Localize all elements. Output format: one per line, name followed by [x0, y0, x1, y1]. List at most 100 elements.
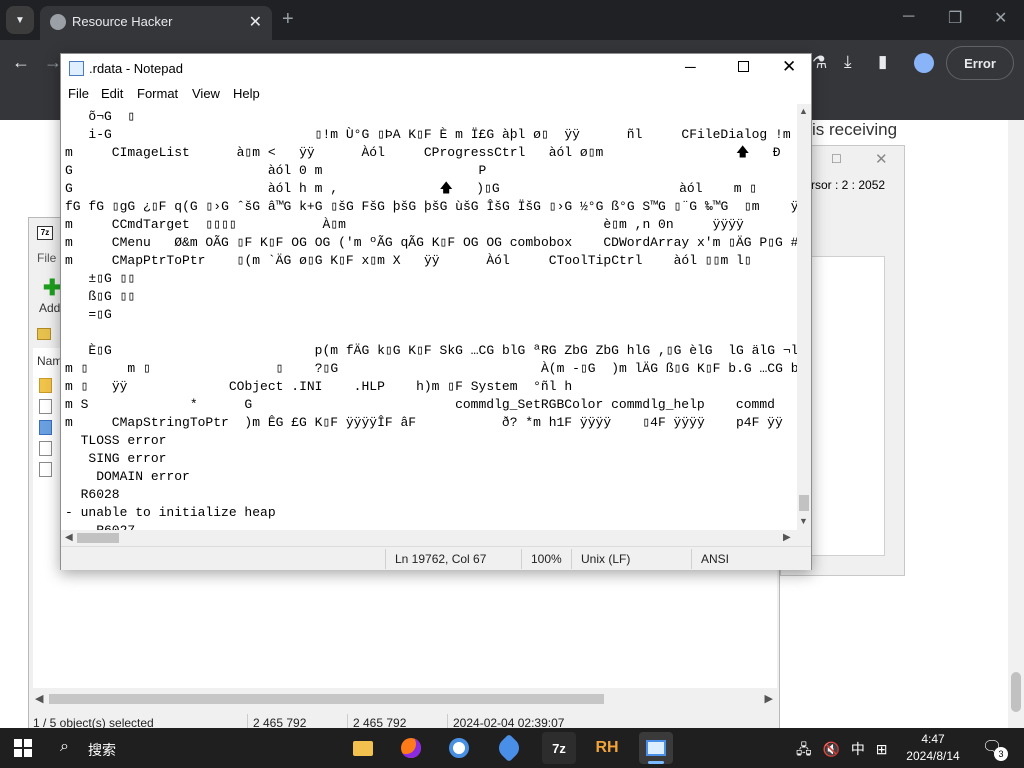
folder-icon[interactable] [39, 378, 52, 393]
menu-format[interactable]: Format [137, 86, 178, 101]
editor-line[interactable]: R6028 [65, 486, 797, 504]
network-icon[interactable]: 🖧 [796, 741, 812, 757]
editor-line[interactable]: m CMapPtrToPtr ▯(m `ÄG ø▯G K▯F x▯m X ÿÿ … [65, 252, 797, 270]
editor-text[interactable]: õ¬G ▯ i-G ▯!m Ù°G ▯ÞA K▯F È m Ï£G àþl ø▯… [65, 108, 797, 530]
folder-up-icon[interactable] [37, 328, 51, 340]
browser-scrollbar[interactable] [1008, 120, 1024, 732]
notification-count: 3 [994, 747, 1008, 761]
editor-line[interactable]: m CMenu Ø&m OÃG ▯F K▯F OG OG ('m ºÃG qÃG… [65, 234, 797, 252]
editor-line[interactable]: G àól h m , 🡅 )▯G àól m ▯ [65, 180, 797, 198]
error-button[interactable]: Error [946, 46, 1014, 80]
maximize-icon[interactable]: ☐ [831, 152, 842, 166]
window-title: .rdata - Notepad [89, 61, 183, 76]
ime-indicator[interactable]: 中 [851, 741, 865, 757]
sevenzip-app[interactable]: 7z [542, 732, 576, 764]
notepad-app[interactable] [639, 732, 673, 764]
editor-line[interactable]: TLOSS error [65, 432, 797, 450]
firefox-app[interactable] [394, 732, 428, 764]
scroll-left-icon[interactable]: ◀ [65, 532, 73, 543]
editor-line[interactable]: m CCmdTarget ▯▯▯▯ À▯m è▯m ,n 0n ÿÿÿÿ [65, 216, 797, 234]
editor-line[interactable]: m ▯ ÿÿ CObject .INI .HLP h)m ▯F System °… [65, 378, 797, 396]
editor-line[interactable]: m S * G commdlg_SetRGBColor commdlg_help… [65, 396, 797, 414]
editor-line[interactable]: fG fG ▯gG ¿▯F q(G ▯›G ˆšG â™G k+G ▯šG Fš… [65, 198, 797, 216]
browser-restore-button[interactable]: ❐ [948, 8, 962, 28]
browser-tab[interactable]: Resource Hacker ✕ [40, 6, 272, 40]
close-icon[interactable]: ✕ [875, 150, 888, 168]
column-name[interactable]: Nam [37, 354, 62, 368]
menu-view[interactable]: View [192, 86, 220, 101]
tab-title: Resource Hacker [72, 14, 173, 29]
file-explorer-app[interactable] [346, 732, 380, 764]
editor-line[interactable]: SING error [65, 450, 797, 468]
horizontal-scrollbar[interactable]: ◀ ▶ [29, 690, 779, 708]
clock[interactable]: 4:47 2024/8/14 [898, 731, 968, 765]
chrome-app[interactable] [442, 732, 476, 764]
editor-line[interactable]: DOMAIN error [65, 468, 797, 486]
browser-minimize-button[interactable]: ─ [903, 8, 914, 26]
text-editor[interactable]: õ¬G ▯ i-G ▯!m Ù°G ▯ÞA K▯F È m Ï£G àþl ø▯… [61, 104, 797, 530]
vertical-scrollbar[interactable]: ▲ ▼ [797, 104, 811, 530]
file-icon[interactable] [39, 399, 52, 414]
menu-edit[interactable]: Edit [101, 86, 123, 101]
editor-line[interactable]: m ▯ m ▯ ▯ ?▯G À(m -▯G )m lÄG ß▯G K▯F b.G… [65, 360, 797, 378]
file-icon[interactable] [39, 441, 52, 456]
bird-app[interactable] [492, 732, 526, 764]
editor-line[interactable]: ß▯G ▯▯ [65, 288, 797, 306]
download-icon[interactable]: ⤓ [844, 52, 852, 72]
scroll-right-icon[interactable]: ▶ [765, 692, 773, 705]
scrollbar-thumb[interactable] [49, 694, 604, 704]
ime-grid-icon[interactable]: ⊞ [876, 741, 888, 757]
notepad-icon [646, 740, 666, 756]
editor-line[interactable]: m CMapStringToPtr )m ÊG £G K▯F ÿÿÿÿÎF âF… [65, 414, 797, 432]
editor-line[interactable] [65, 324, 797, 342]
editor-line[interactable]: ±▯G ▯▯ [65, 270, 797, 288]
menu-file[interactable]: File [68, 86, 89, 101]
add-label[interactable]: Add [39, 301, 60, 315]
back-arrow-icon[interactable]: ← [12, 52, 30, 73]
new-tab-button[interactable]: + [282, 8, 294, 31]
scrollbar-thumb[interactable] [1011, 672, 1021, 712]
status-bar: Ln 19762, Col 67 100% Unix (LF) ANSI [61, 546, 811, 570]
horizontal-scrollbar[interactable]: ◀ ▶ [61, 530, 811, 546]
editor-line[interactable]: =▯G [65, 306, 797, 324]
maximize-button[interactable] [738, 61, 749, 72]
windows-start-icon[interactable] [14, 739, 32, 757]
title-bar[interactable]: .rdata - Notepad ─ ✕ [61, 54, 811, 84]
menu-bar: File Edit Format View Help [61, 84, 811, 104]
menu-file[interactable]: File [37, 251, 56, 265]
taskbar-search[interactable]: ⌕ 搜索 [48, 732, 332, 764]
editor-line[interactable]: È▯G p(m fÄG k▯G K▯F SkG …CG blG ªRG ZbG … [65, 342, 797, 360]
encoding: ANSI [701, 552, 730, 566]
editor-line[interactable]: õ¬G ▯ [65, 108, 797, 126]
resource-pane [803, 256, 885, 556]
scrollbar-thumb[interactable] [799, 495, 809, 511]
notepad-icon [69, 61, 84, 76]
file-icon[interactable] [39, 462, 52, 477]
close-tab-icon[interactable]: ✕ [249, 12, 262, 32]
editor-line[interactable]: - unable to initialize heap [65, 504, 797, 522]
volume-muted-icon[interactable]: 🔇 [823, 741, 840, 757]
resource-hacker-app[interactable]: RH [590, 732, 624, 764]
editor-line[interactable]: i-G ▯!m Ù°G ▯ÞA K▯F È m Ï£G àþl ø▯ ÿÿ ñl… [65, 126, 797, 144]
file-icon[interactable] [39, 420, 52, 435]
add-icon[interactable]: ✚ [43, 275, 61, 301]
labs-flask-icon[interactable]: ⚗ [812, 53, 827, 73]
close-button[interactable]: ✕ [782, 57, 796, 77]
menu-help[interactable]: Help [233, 86, 260, 101]
scroll-right-icon[interactable]: ▶ [783, 532, 791, 543]
editor-line[interactable]: G àól 0 m P [65, 162, 797, 180]
firefox-icon [401, 738, 421, 758]
editor-line[interactable]: m CImageList à▯m < ÿÿ Àól CProgressCtrl … [65, 144, 797, 162]
scrollbar-thumb[interactable] [77, 533, 119, 543]
scroll-down-icon[interactable]: ▼ [799, 516, 808, 526]
side-panel-icon[interactable]: ▮ [878, 52, 887, 72]
scroll-left-icon[interactable]: ◀ [35, 692, 43, 705]
editor-line[interactable]: R6027 [65, 522, 797, 530]
browser-close-button[interactable]: ✕ [994, 8, 1007, 28]
scroll-up-icon[interactable]: ▲ [799, 106, 808, 116]
profile-avatar-icon[interactable] [914, 53, 934, 73]
system-tray: 🖧 🔇 中 ⊞ [796, 739, 894, 763]
minimize-button[interactable]: ─ [685, 59, 696, 76]
notepad-window: .rdata - Notepad ─ ✕ File Edit Format Vi… [60, 53, 812, 570]
chevron-down-icon[interactable]: ▼ [6, 6, 34, 34]
